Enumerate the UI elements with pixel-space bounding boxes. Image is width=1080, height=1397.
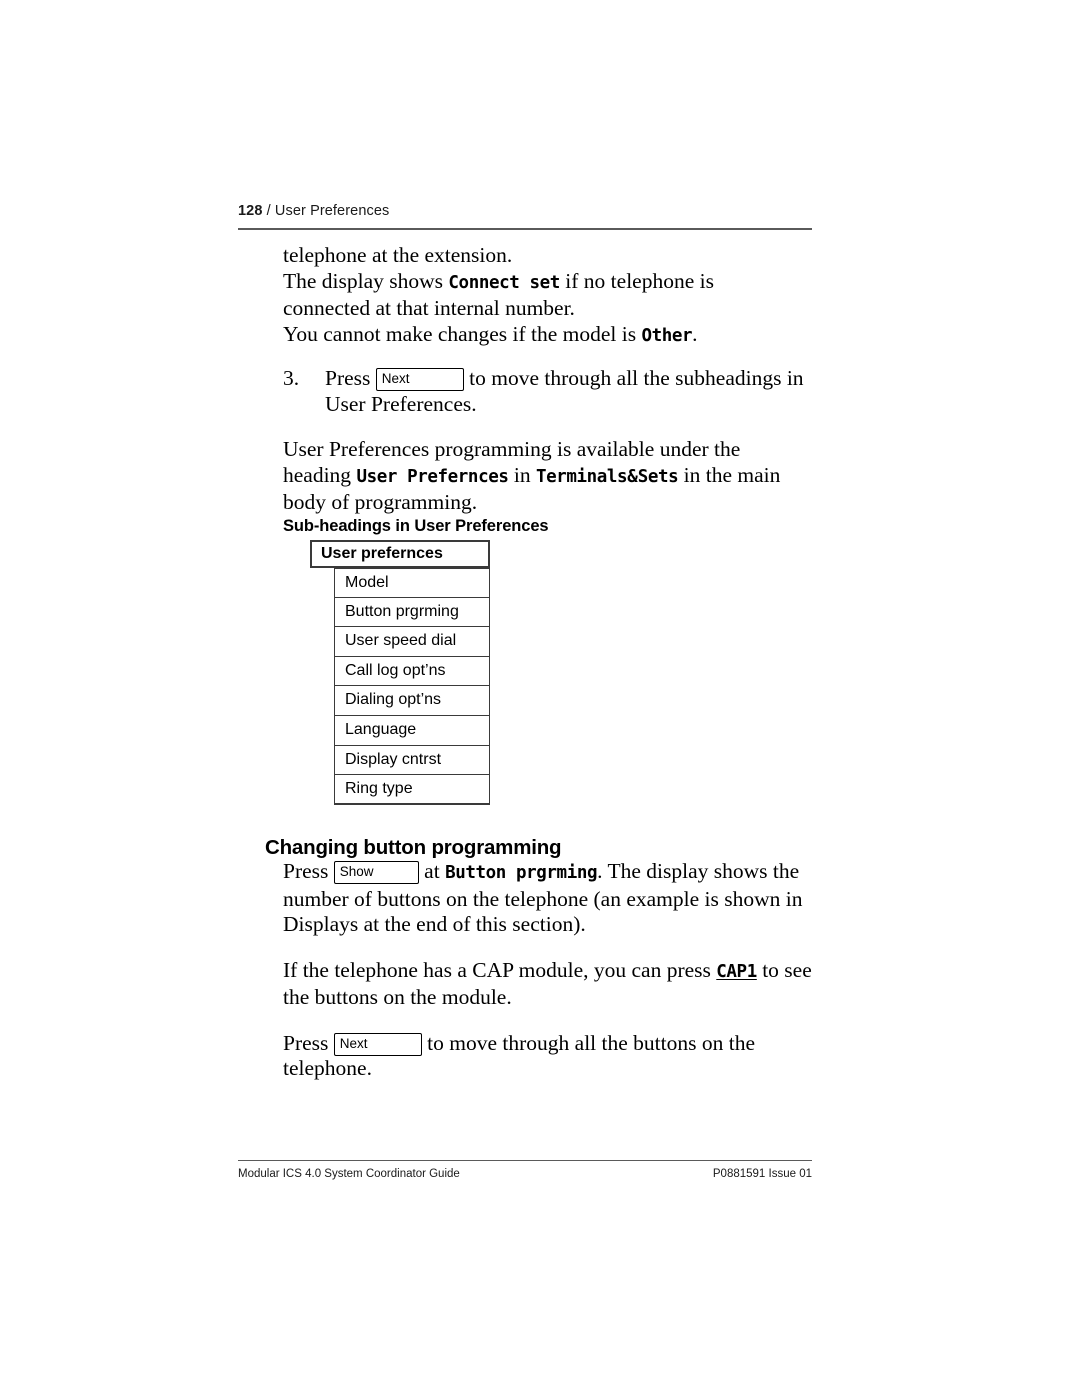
paragraph-cap-module: If the telephone has a CAP module, you c… [283,958,815,1011]
key-next-button[interactable]: Next [333,1032,422,1056]
running-head: 128 / User Preferences [238,203,812,219]
sub-headings-table: User prefernces Model Button prgrming Us… [310,540,490,805]
page-footer: Modular ICS 4.0 System Coordinator Guide… [238,1168,812,1180]
sect-para2-pre: If the telephone has a CAP module, you c… [283,957,717,982]
footer-rule [238,1160,812,1162]
table-row: Model [334,568,490,598]
footer-left-text: Modular ICS 4.0 System Coordinator Guide [238,1168,460,1180]
paragraph-user-preferences-heading: User Preferences programming is availabl… [283,437,813,516]
body-column-lower: Press Show at Button prgrming. The displ… [283,859,815,1082]
table-row: Button prgrming [334,597,490,628]
step-3: 3. Press Next to move through all the sub… [283,366,813,417]
display-text-terminals: Terminals [535,466,628,487]
step3-pre: Press [325,366,371,390]
running-head-section: User Preferences [274,203,390,219]
key-next-button[interactable]: Next [375,368,464,391]
display-text-user-prefernces: User Prefernces [356,466,509,487]
table-row: Ring type [334,775,490,805]
key-show-button[interactable]: Show [333,861,419,884]
document-page: 128 / User Preferences telephone at the … [0,0,1080,1397]
table-row: Call log opt’ns [334,656,490,687]
table-caption: Sub-headings in User Preferences [283,517,549,535]
table-row: Display cntrst [334,745,490,776]
page-number: 128 [238,203,263,219]
table-body: Model Button prgrming User speed dial Ca… [334,568,490,805]
paragraph-display-info: telephone at the extension. The display … [283,243,813,349]
sect-para1-mid: at [424,859,446,883]
display-text-button-prgrming: Button prgrming [445,863,598,883]
para1-line4-post: . [692,321,698,346]
para1-line1: telephone at the extension. [283,243,513,267]
table-header-cell: User prefernces [310,540,490,568]
step-number: 3. [283,366,300,390]
sect-para1-pre: Press [283,859,329,883]
para1-line4-pre: You cannot make changes if the model is [283,321,642,346]
paragraph-press-next-buttons: Press Next to move through all the butto… [283,1031,815,1082]
running-head-separator: / [266,203,271,219]
sect-para3-pre: Press [283,1030,329,1055]
display-ampersand-glyph: & [627,466,638,487]
header-rule [238,228,812,230]
para1-line3: connected at that internal number. [283,296,575,320]
body-column-upper: telephone at the extension. The display … [283,243,813,516]
table-row: Language [334,715,490,746]
footer-right-text: P0881591 Issue 01 [712,1168,812,1180]
display-text-connect-set: Connect set [448,272,560,293]
display-text-cap1: CAP1 [716,961,757,982]
para2-mid: in [508,462,536,487]
table-row: User speed dial [334,627,490,657]
table-row: Dialing opt’ns [334,686,490,716]
para1-line2-post: if no telephone is [559,268,714,293]
section-heading: Changing button programming [265,836,562,859]
para1-line2-pre: The display shows [283,268,449,293]
display-text-sets: Sets [637,466,679,487]
paragraph-press-show: Press Show at Button prgrming. The displ… [283,859,815,938]
display-text-other: Other [641,325,693,346]
